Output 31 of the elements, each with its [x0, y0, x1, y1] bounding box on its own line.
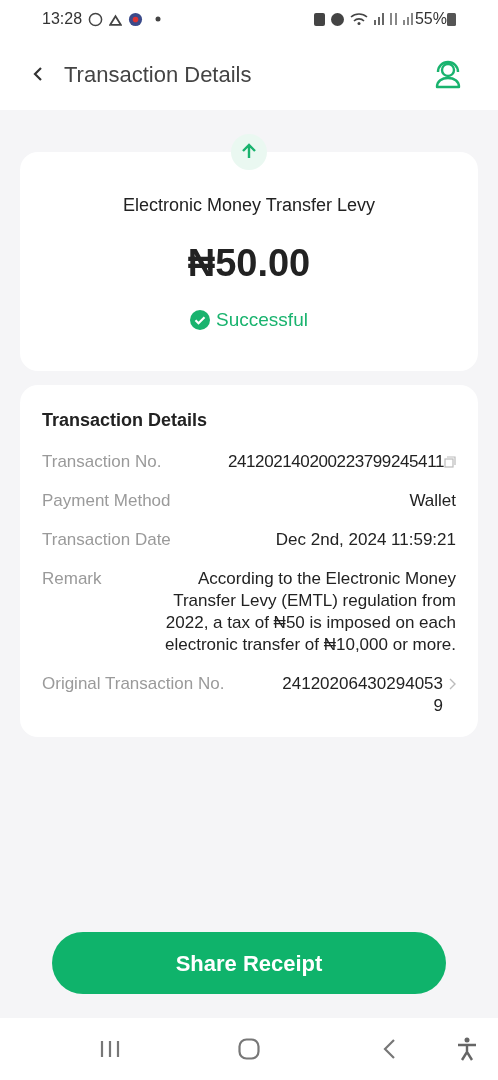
home-icon[interactable]: [238, 1038, 260, 1060]
recent-apps-icon[interactable]: [100, 1040, 120, 1058]
field-label: Remark: [42, 567, 102, 590]
share-receipt-button[interactable]: Share Receipt: [52, 932, 446, 994]
battery-icon: [447, 12, 456, 26]
field-value: 241202140200223799245411: [227, 450, 444, 473]
success-icon: [190, 310, 211, 331]
signal-icon: [402, 13, 413, 25]
dot-icon: [155, 16, 162, 22]
battery-level: 55%: [414, 9, 447, 29]
field-value: Dec 2nd, 2024 11:59:21: [275, 528, 456, 551]
field-label: Original Transaction No.: [42, 672, 225, 695]
status-text: Successful: [216, 308, 308, 332]
field-label: Payment Method: [42, 489, 171, 512]
transaction-type: Electronic Money Transfer Levy: [122, 194, 376, 217]
customer-support-icon[interactable]: [434, 59, 462, 89]
field-value: Wallet: [409, 489, 456, 512]
section-title: Transaction Details: [42, 408, 209, 432]
app-icon: [128, 11, 144, 27]
remark-text: According to the Electronic Money Transfer Levy (EMTL) regulation from 2022, a tax of ₦50 is imposed on each electronic transfer of ₦10,000 or more.: [163, 567, 456, 656]
wifi-icon: [349, 13, 368, 25]
signal-icon: [373, 13, 384, 25]
network-type-icon: [389, 13, 397, 25]
amount: ₦50.00: [187, 241, 311, 286]
back-icon[interactable]: [32, 66, 44, 82]
accessibility-icon[interactable]: [456, 1037, 478, 1061]
page-title: Transaction Details: [64, 60, 252, 89]
status-time: 13:28: [42, 9, 83, 29]
field-value: 241202064302940539: [281, 672, 443, 717]
field-label: Transaction Date: [42, 528, 171, 551]
field-label: Transaction No.: [42, 450, 162, 473]
